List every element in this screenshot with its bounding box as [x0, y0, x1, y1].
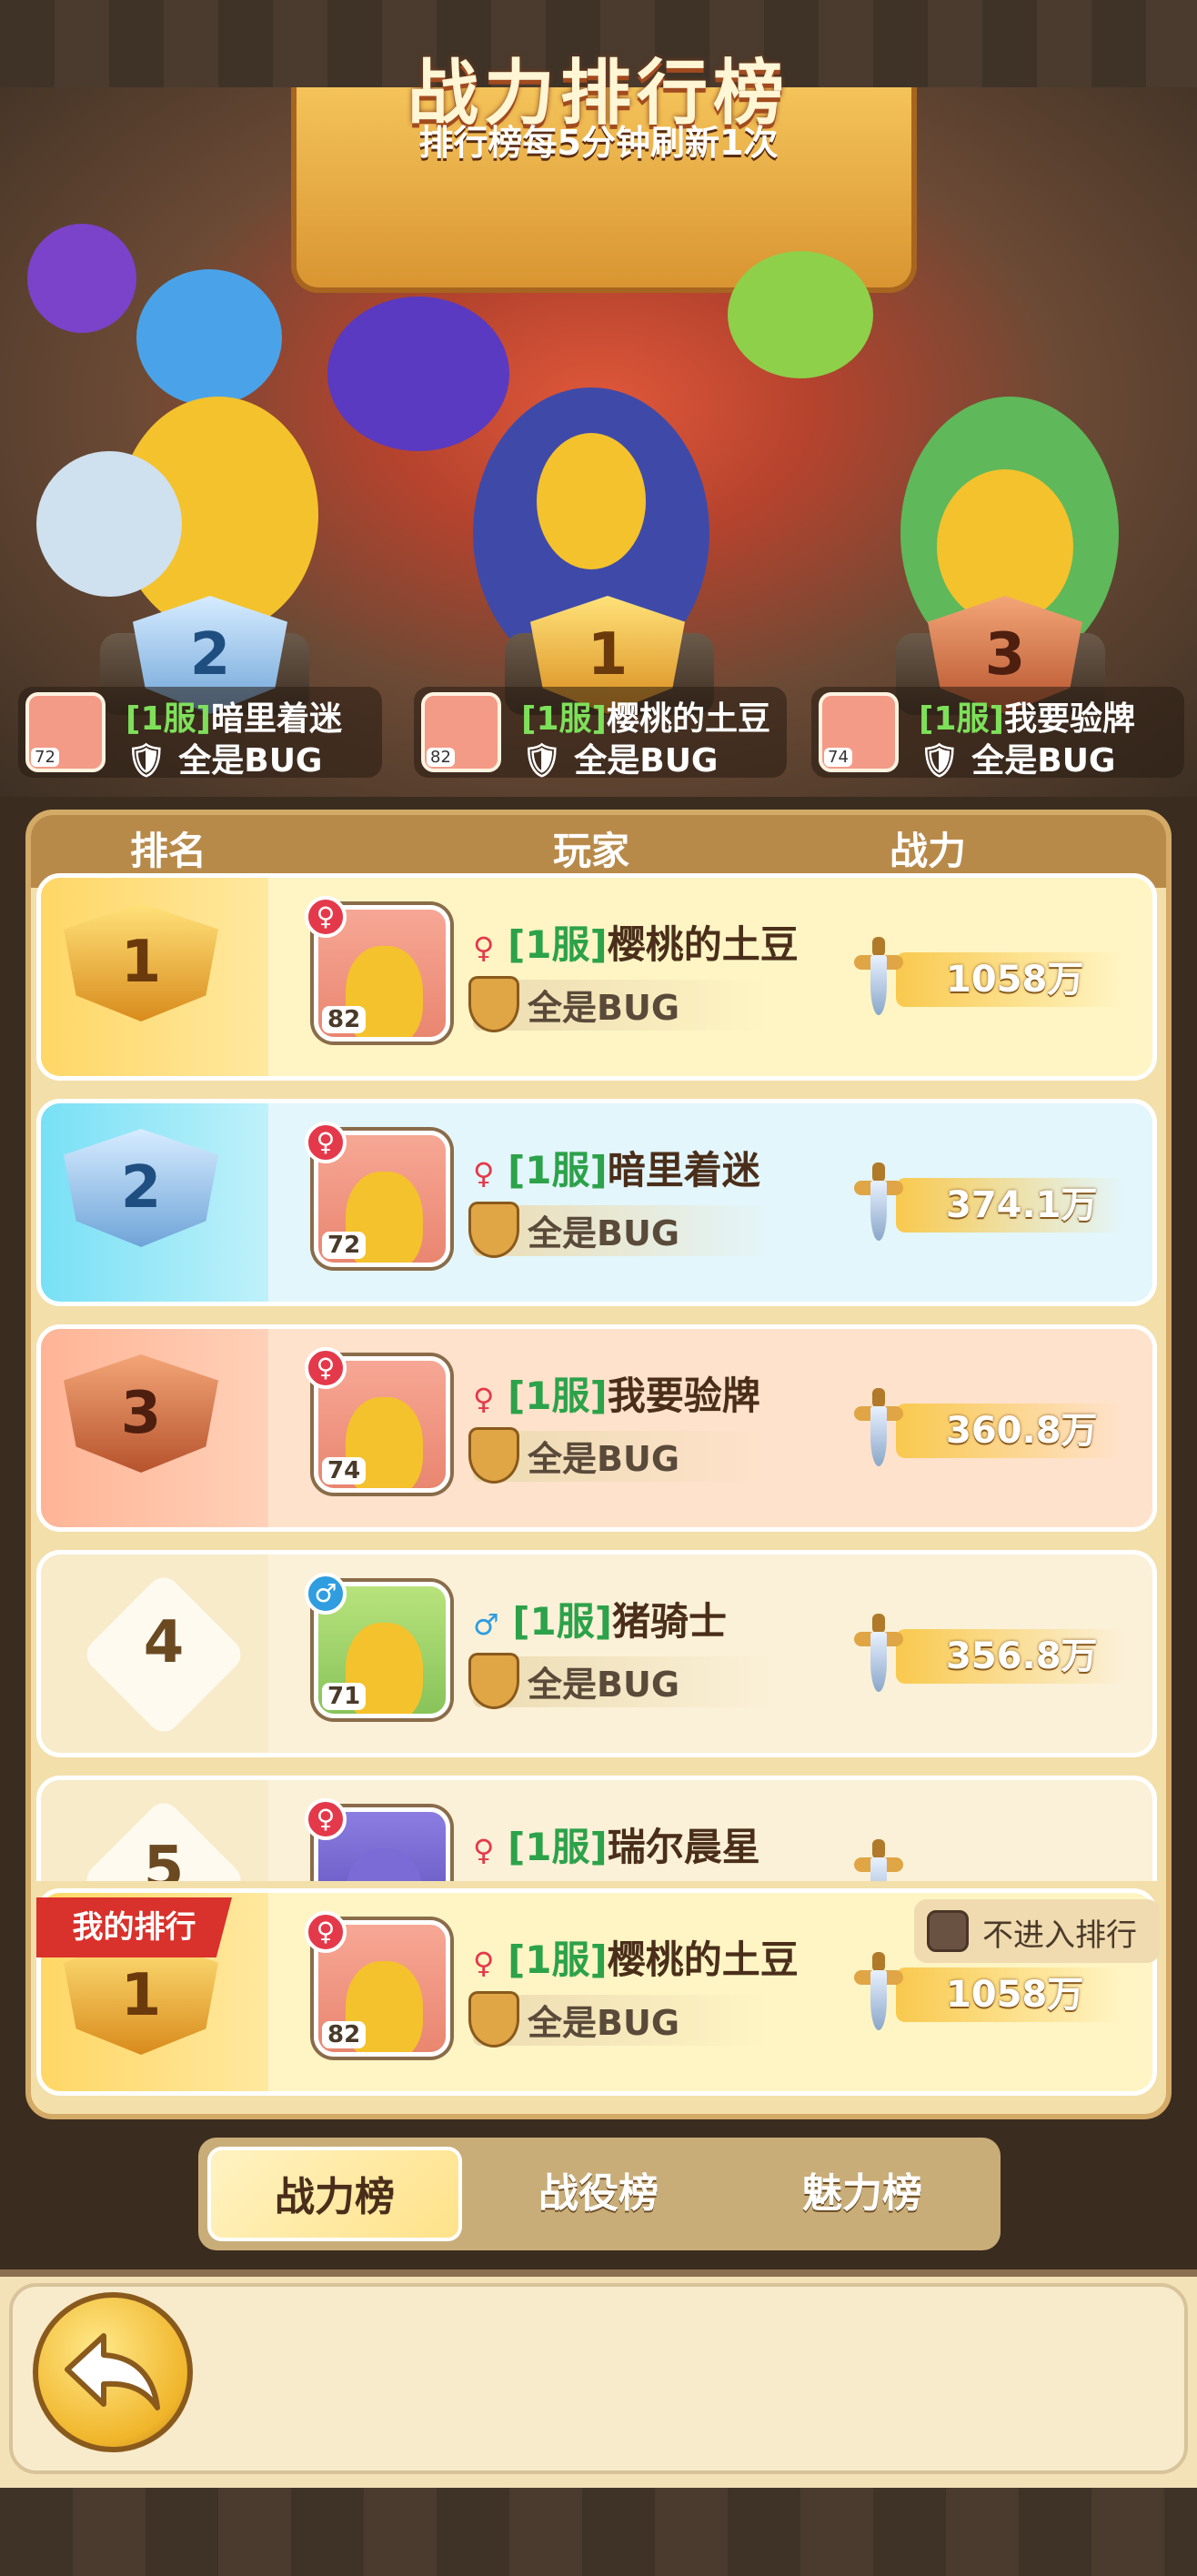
table-row[interactable]: 5 ♀ ♀ [1服]瑞尔晨星 — [36, 1776, 1157, 1881]
opt-out-label: 不进入排行 — [982, 1917, 1137, 1954]
green-bat-pet — [728, 251, 873, 378]
back-button[interactable] — [33, 2292, 193, 2452]
power-value: 374.1万 — [946, 1184, 1098, 1226]
power-value: 356.8万 — [946, 1635, 1098, 1677]
leaderboard-tabs: 战力榜 战役榜 魅力榜 — [198, 2138, 1001, 2250]
guild-emblem-icon — [468, 976, 519, 1032]
avatar: 82 — [421, 692, 501, 772]
gender-female-icon: ♀ — [305, 1347, 347, 1389]
player-name: ♂ [1服]猪骑士 — [473, 1599, 727, 1644]
bat-pet-left — [27, 224, 136, 333]
level-badge: 71 — [322, 1683, 367, 1710]
table-row[interactable]: 2 72 ♀ ♀ [1服]暗里着迷 全是BUG 374.1万 — [36, 1099, 1157, 1306]
avatar: 72 — [25, 692, 106, 772]
gender-female-icon: ♀ — [305, 1122, 347, 1163]
opt-out-toggle[interactable]: 不进入排行 — [914, 1899, 1160, 1963]
sword-icon — [850, 1388, 905, 1470]
sword-icon — [850, 1839, 905, 1881]
guild-name: 全是BUG — [528, 1213, 680, 1253]
tab-campaign[interactable]: 战役榜 — [471, 2147, 726, 2241]
bottom-decor-strip — [0, 2488, 1197, 2576]
level-badge: 72 — [322, 1232, 367, 1259]
leaderboard-list[interactable]: 1 82 ♀ ♀ [1服]樱桃的土豆 全是BUG 1058万 2 72 ♀ ♀ … — [36, 873, 1161, 1881]
rank-number: 4 — [143, 1609, 185, 1676]
tab-charm[interactable]: 魅力榜 — [735, 2147, 990, 2241]
player-name: ♀ [1服]樱桃的土豆 — [473, 922, 799, 967]
opt-out-checkbox[interactable] — [927, 1910, 969, 1952]
guild-name: 全是BUG — [528, 2003, 680, 2043]
guild-name: 全是BUG — [528, 1439, 680, 1479]
dragon-pet — [327, 297, 509, 451]
guild-name: 全是BUG — [528, 1665, 680, 1705]
gender-female-icon: ♀ — [305, 1911, 347, 1953]
gender-male-icon: ♂ — [305, 1573, 347, 1615]
podium-card-3[interactable]: 74 [1服]我要验牌 🛡 全是BUG — [811, 687, 1184, 780]
podium-card-2[interactable]: 72 [1服]暗里着迷 🛡 全是BUG — [18, 687, 382, 780]
level-badge: 74 — [824, 748, 852, 767]
level-badge: 82 — [322, 1006, 367, 1033]
player-name: ♀ [1服]我要验牌 — [473, 1374, 760, 1418]
guild-emblem-icon — [468, 1653, 519, 1709]
level-badge: 72 — [31, 748, 59, 767]
blue-pet-hero2 — [136, 269, 282, 406]
guild-name: 🛡 全是BUG — [919, 742, 1116, 780]
sword-icon — [850, 1614, 905, 1696]
power-value: 360.8万 — [946, 1410, 1098, 1452]
level-badge: 82 — [322, 2021, 367, 2048]
player-name: ♀ [1服]樱桃的土豆 — [473, 1937, 799, 1982]
gender-female-icon: ♀ — [305, 1798, 347, 1840]
guild-name: 全是BUG — [528, 988, 680, 1028]
hero-rank1-face — [537, 433, 646, 569]
power-value: 1058万 — [946, 1974, 1084, 2016]
player-name: [1服]樱桃的土豆 — [521, 700, 770, 738]
puffer-pet — [36, 451, 182, 597]
player-name: ♀ [1服]暗里着迷 — [473, 1148, 760, 1192]
my-rank-tag: 我的排行 — [36, 1897, 232, 1957]
back-arrow-icon — [65, 2333, 160, 2410]
avatar: 74 — [819, 692, 899, 772]
tab-power[interactable]: 战力榜 — [207, 2147, 462, 2241]
refresh-note: 排行榜每5分钟刷新1次 — [418, 123, 779, 163]
table-row[interactable]: 1 82 ♀ ♀ [1服]樱桃的土豆 全是BUG 1058万 — [36, 873, 1157, 1081]
player-name: ♀ [1服]瑞尔晨星 — [473, 1825, 760, 1869]
podium-card-1[interactable]: 82 [1服]樱桃的土豆 🛡 全是BUG — [414, 687, 787, 780]
guild-emblem-icon — [468, 1202, 519, 1258]
power-value: 1058万 — [946, 959, 1084, 1001]
guild-name: 🛡 全是BUG — [126, 742, 323, 780]
table-row[interactable]: 3 74 ♀ ♀ [1服]我要验牌 全是BUG 360.8万 — [36, 1324, 1157, 1532]
rank-number: 5 — [143, 1835, 185, 1881]
level-badge: 82 — [427, 748, 455, 767]
gender-female-icon: ♀ — [305, 896, 347, 938]
player-name: [1服]我要验牌 — [919, 700, 1135, 738]
guild-name: 🛡 全是BUG — [521, 742, 719, 780]
sword-icon — [850, 1162, 905, 1244]
table-row[interactable]: 4 71 ♂ ♂ [1服]猪骑士 全是BUG 356.8万 — [36, 1550, 1157, 1757]
level-badge: 74 — [322, 1457, 367, 1484]
guild-emblem-icon — [468, 1427, 519, 1484]
player-name: [1服]暗里着迷 — [126, 700, 342, 738]
guild-emblem-icon — [468, 1991, 519, 2048]
sword-icon — [850, 937, 905, 1019]
sword-icon — [850, 1952, 905, 2034]
